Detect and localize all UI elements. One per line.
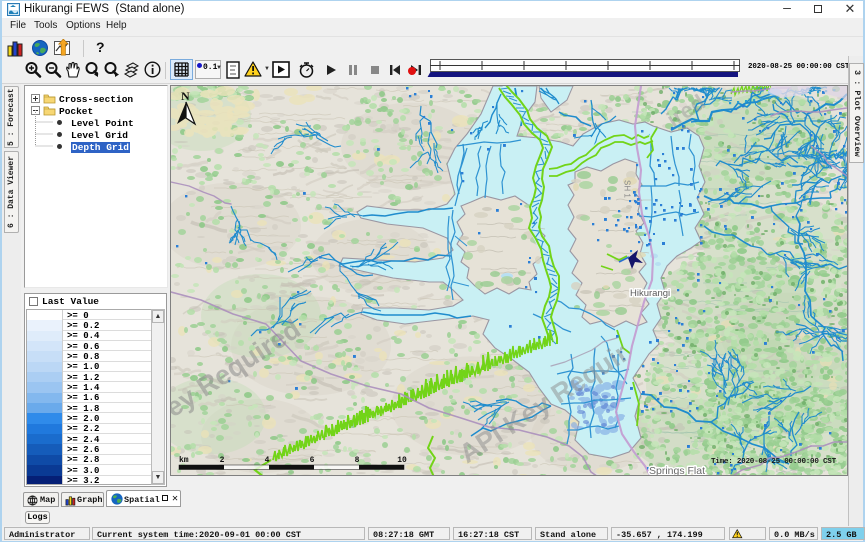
svg-text:2: 2	[220, 456, 225, 465]
svg-text:Time: 2020-08-25 00:00:00 CST: Time: 2020-08-25 00:00:00 CST	[711, 458, 837, 466]
svg-text:4: 4	[265, 456, 270, 465]
svg-text:8: 8	[355, 456, 360, 465]
svg-text:Springs Flat: Springs Flat	[649, 465, 705, 476]
svg-text:SH 1: SH 1	[623, 180, 632, 198]
svg-text:6: 6	[310, 456, 315, 465]
svg-text:km: km	[179, 456, 189, 465]
svg-text:10: 10	[397, 456, 407, 465]
svg-text:Hikurangi: Hikurangi	[630, 288, 670, 299]
svg-text:N: N	[181, 89, 190, 103]
